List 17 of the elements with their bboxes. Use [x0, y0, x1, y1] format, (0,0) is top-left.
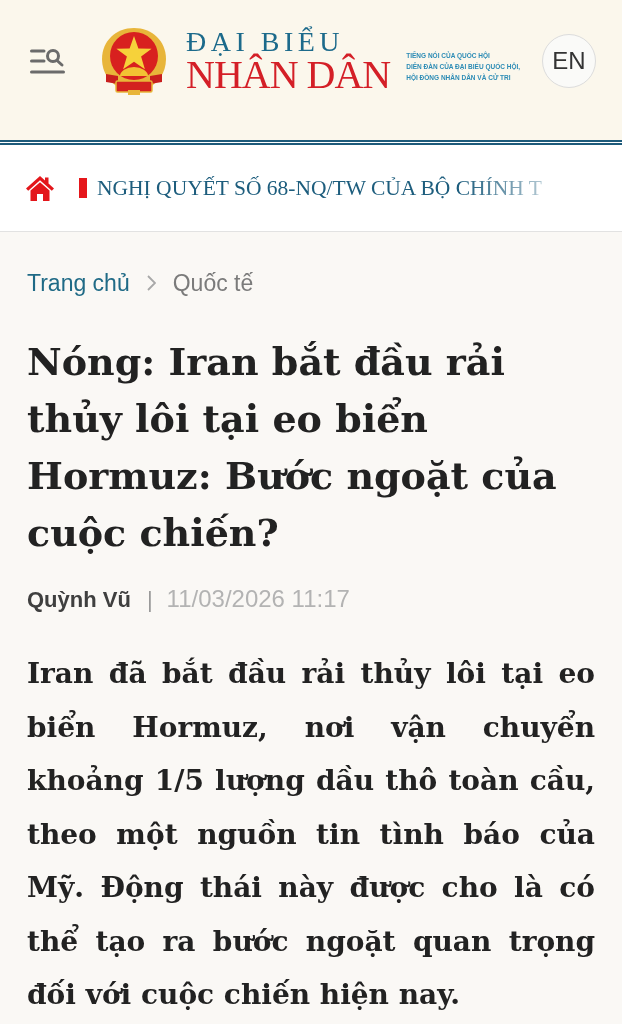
article-lead: Iran đã bắt đầu rải thủy lôi tại eo biển Hormuz, nơi vận chuyển khoảng 1/5 lượng dầu thô toàn cầu, theo một nguồn tin tình báo của Mỹ. Động thái này được cho là có thể tạo ra bước ngoặt quan trọng đối với cuộc chiến hiện nay. — [27, 656, 595, 1013]
chevron-right-icon — [146, 275, 156, 291]
menu-search-icon — [30, 48, 65, 74]
language-button[interactable]: EN — [542, 34, 596, 88]
breadcrumb-link[interactable]: Trang chủ — [27, 265, 130, 301]
logo-title-text: NHÂN DÂN — [186, 55, 391, 95]
home-icon — [25, 174, 55, 202]
publish-date: 11/03/2026 11:17 — [166, 584, 350, 614]
author-name: Quỳnh Vũ — [27, 585, 131, 614]
menu-search-button[interactable] — [30, 48, 65, 74]
marker-bar-icon — [79, 178, 87, 198]
article-title: Nóng: Iran bắt đầu rải thủy lôi tại eo biển Hormuz: Bước ngoặt của cuộc chiến? — [27, 338, 558, 557]
byline-separator: | — [146, 585, 153, 614]
ticker-headline-link[interactable]: NGHỊ QUYẾT SỐ 68-NQ/TW CỦA BỘ CHÍNH T — [97, 174, 542, 202]
star-emblem-icon — [100, 26, 168, 96]
home-link[interactable] — [25, 174, 55, 202]
breadcrumb-current: Quốc tế — [172, 268, 254, 298]
